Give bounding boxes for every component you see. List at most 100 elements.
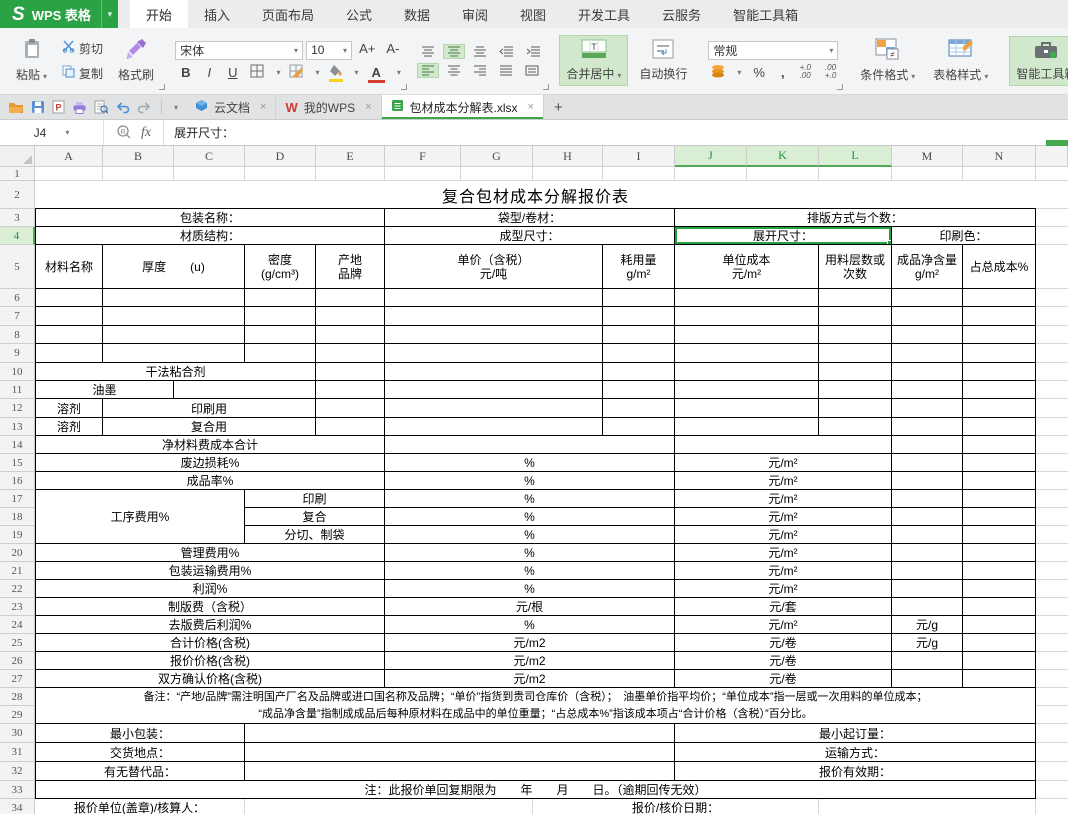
- row-header[interactable]: 1: [0, 167, 35, 181]
- cell[interactable]: 袋型/卷材：: [385, 209, 675, 227]
- format-painter-button[interactable]: 格式刷: [111, 34, 161, 87]
- draw-border-button[interactable]: [289, 64, 303, 81]
- cell[interactable]: [35, 167, 103, 181]
- cell[interactable]: [174, 381, 316, 399]
- cell[interactable]: [892, 670, 963, 688]
- number-format-select[interactable]: 常规▾: [708, 41, 838, 60]
- cell[interactable]: [1036, 307, 1068, 326]
- cell[interactable]: [1036, 363, 1068, 381]
- row-header[interactable]: 18: [0, 508, 35, 526]
- row-header[interactable]: 24: [0, 616, 35, 634]
- cell[interactable]: 印刷: [245, 490, 385, 508]
- cell[interactable]: [1036, 209, 1068, 227]
- decrease-decimal-button[interactable]: .00+.0: [822, 64, 839, 80]
- cell[interactable]: [1036, 181, 1068, 209]
- cell[interactable]: [892, 598, 963, 616]
- cell[interactable]: [1036, 418, 1068, 436]
- cell[interactable]: [963, 326, 1036, 344]
- cell[interactable]: [245, 743, 675, 762]
- cell[interactable]: [963, 289, 1036, 307]
- cell[interactable]: [675, 167, 747, 181]
- cell[interactable]: [892, 399, 963, 418]
- cell[interactable]: [819, 399, 892, 418]
- cell[interactable]: [819, 289, 892, 307]
- cell[interactable]: %: [385, 490, 675, 508]
- font-name-select[interactable]: 宋体▾: [175, 41, 303, 60]
- cell[interactable]: 溶剂: [35, 418, 103, 436]
- align-center-icon[interactable]: [443, 63, 465, 78]
- col-header-partial[interactable]: [1036, 146, 1068, 167]
- cell[interactable]: [1036, 562, 1068, 580]
- cell[interactable]: [533, 167, 603, 181]
- cell[interactable]: 溶剂: [35, 399, 103, 418]
- cell[interactable]: [963, 580, 1036, 598]
- cell[interactable]: 工序费用%: [35, 490, 245, 544]
- cell[interactable]: [103, 344, 245, 363]
- doc-tab-workbook[interactable]: 包材成本分解表.xlsx ×: [382, 95, 544, 119]
- title-cell[interactable]: 复合包材成本分解报价表: [35, 181, 1036, 209]
- col-header-i[interactable]: I: [603, 146, 675, 167]
- decrease-indent-icon[interactable]: [495, 44, 518, 59]
- cell[interactable]: [385, 307, 603, 326]
- formula-input[interactable]: 展开尺寸：: [164, 124, 244, 141]
- export-pdf-button[interactable]: P: [52, 100, 65, 114]
- cell[interactable]: [1036, 652, 1068, 670]
- cell[interactable]: 包装运输费用%: [35, 562, 385, 580]
- row-header[interactable]: 20: [0, 544, 35, 562]
- cell[interactable]: %: [385, 580, 675, 598]
- cell[interactable]: 厚度 (u): [103, 245, 245, 289]
- undo-button[interactable]: [115, 101, 130, 114]
- cell[interactable]: 单位成本元/m²: [675, 245, 819, 289]
- cell[interactable]: [174, 167, 245, 181]
- cell[interactable]: 管理费用%: [35, 544, 385, 562]
- cell[interactable]: [1036, 472, 1068, 490]
- cell[interactable]: [675, 363, 819, 381]
- tab-formulas[interactable]: 公式: [330, 0, 388, 28]
- cell[interactable]: [1036, 724, 1068, 743]
- cell[interactable]: [892, 544, 963, 562]
- note-cell[interactable]: 备注：“产地/品牌”需注明国产厂名及品牌或进口国名称及品牌；“单价”指货到贵司仓…: [35, 688, 1036, 724]
- cell[interactable]: [819, 381, 892, 399]
- cell[interactable]: [892, 490, 963, 508]
- cell[interactable]: [963, 381, 1036, 399]
- cell[interactable]: [245, 289, 316, 307]
- row-header[interactable]: 26: [0, 652, 35, 670]
- col-header-e[interactable]: E: [316, 146, 385, 167]
- cell[interactable]: [892, 454, 963, 472]
- cell[interactable]: [892, 526, 963, 544]
- cell[interactable]: 成型尺寸：: [385, 227, 675, 245]
- cell[interactable]: [35, 326, 103, 344]
- cell[interactable]: [603, 289, 675, 307]
- save-button[interactable]: [31, 100, 45, 114]
- print-preview-button[interactable]: [94, 100, 108, 114]
- cell[interactable]: 元/m²: [675, 472, 892, 490]
- cell[interactable]: 元/卷: [675, 670, 892, 688]
- redo-button[interactable]: [137, 101, 152, 114]
- cell[interactable]: [675, 381, 819, 399]
- cell[interactable]: [385, 436, 675, 454]
- row-header[interactable]: 15: [0, 454, 35, 472]
- cell[interactable]: [963, 344, 1036, 363]
- row-header[interactable]: 7: [0, 307, 35, 326]
- cell[interactable]: [963, 670, 1036, 688]
- cell[interactable]: 耗用量g/m²: [603, 245, 675, 289]
- row-header[interactable]: 8: [0, 326, 35, 344]
- row-header[interactable]: 9: [0, 344, 35, 363]
- row-header[interactable]: 30: [0, 724, 35, 743]
- cell[interactable]: [603, 399, 675, 418]
- justify-icon[interactable]: [495, 63, 517, 78]
- cell[interactable]: [103, 326, 245, 344]
- cell[interactable]: [963, 634, 1036, 652]
- cell[interactable]: %: [385, 616, 675, 634]
- cell[interactable]: [892, 508, 963, 526]
- increase-indent-icon[interactable]: [522, 44, 545, 59]
- seal-icon[interactable]: R: [116, 124, 131, 142]
- cell[interactable]: [245, 326, 316, 344]
- currency-icon[interactable]: [710, 64, 726, 81]
- cell[interactable]: 元/m²: [675, 454, 892, 472]
- row-header[interactable]: 34: [0, 799, 35, 814]
- cell[interactable]: 元/卷: [675, 634, 892, 652]
- cell[interactable]: [675, 418, 819, 436]
- row-header-selected[interactable]: 4: [0, 227, 35, 245]
- cell[interactable]: [963, 399, 1036, 418]
